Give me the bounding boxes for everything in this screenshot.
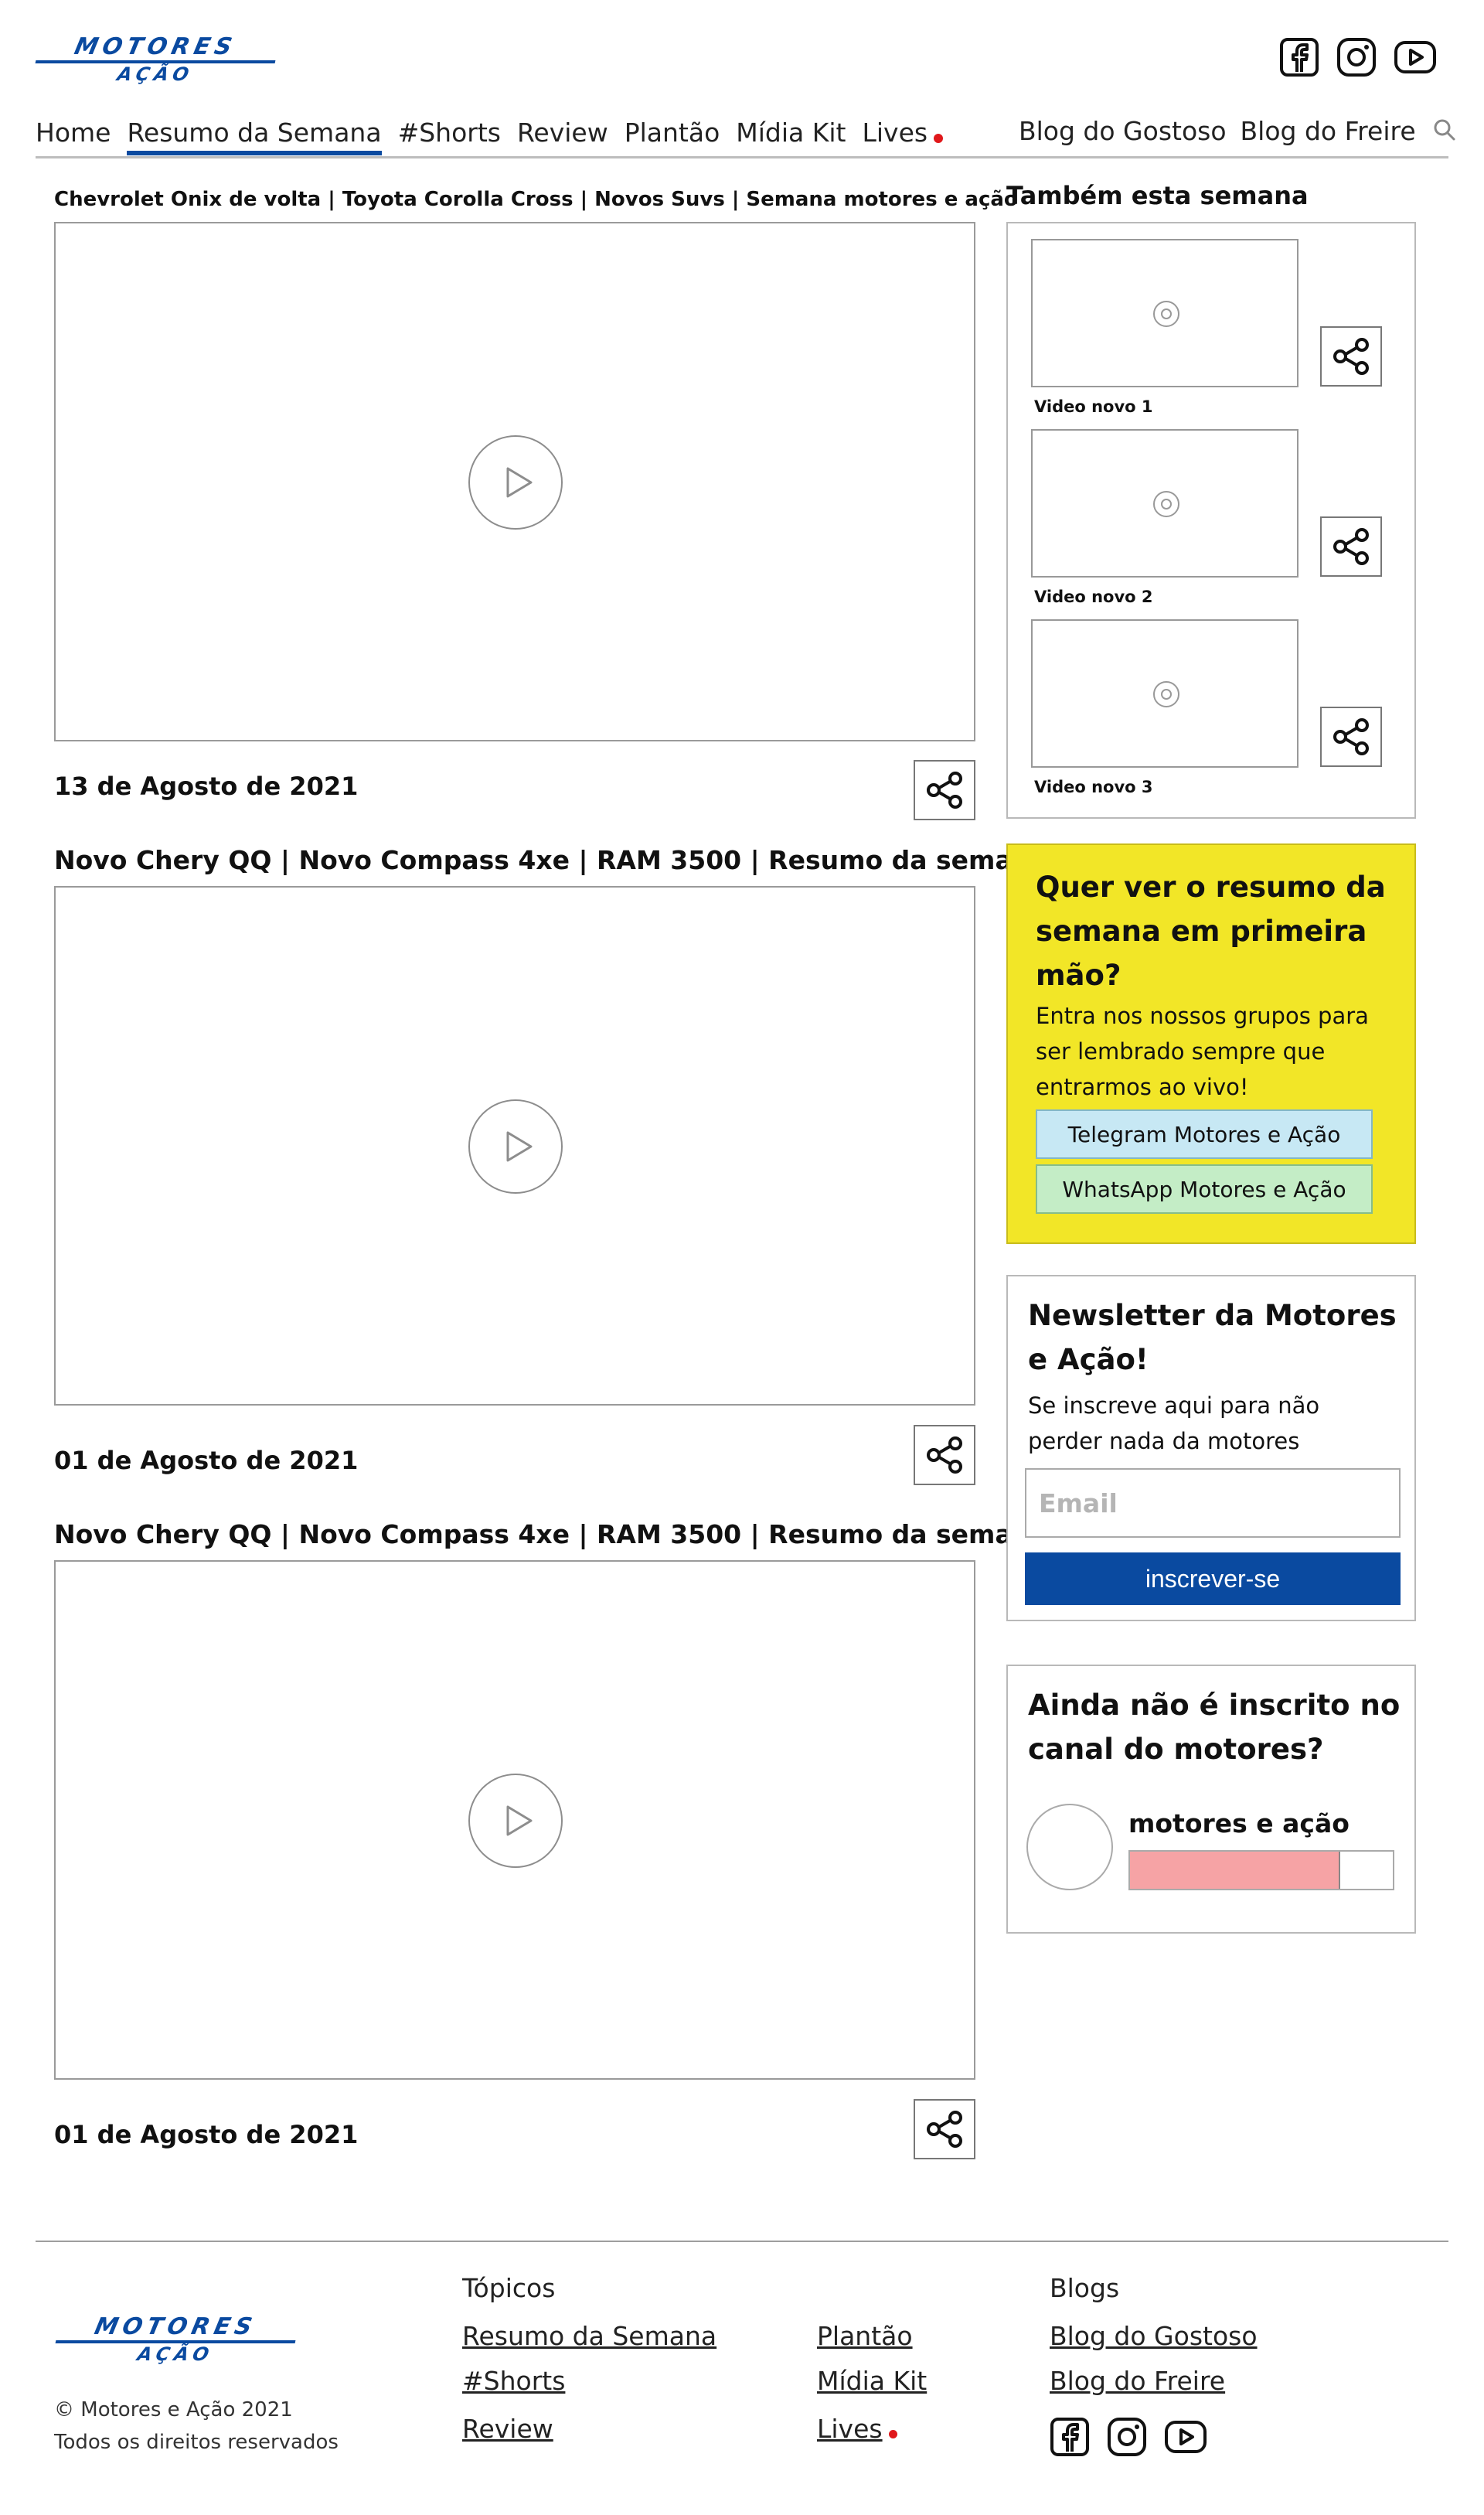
sidebar-video-label[interactable]: Video novo 1 (1034, 397, 1153, 416)
share-icon (927, 2111, 962, 2148)
video-date: 01 de Agosto de 2021 (54, 1446, 359, 1475)
header-divider (36, 156, 1448, 158)
channel-subscribe-panel: Ainda não é inscrito no canal do motores… (1006, 1665, 1416, 1934)
copyright-text: © Motores e Ação 2021 (54, 2398, 293, 2421)
footer-divider (36, 2241, 1448, 2242)
share-button[interactable] (1320, 707, 1382, 767)
share-button[interactable] (914, 760, 975, 820)
sidebar-video-thumb[interactable] (1031, 429, 1298, 578)
footer-link-review[interactable]: Review (462, 2414, 553, 2444)
nav-plantao[interactable]: Plantão (625, 118, 720, 155)
play-icon (1153, 681, 1179, 707)
share-icon (927, 772, 962, 809)
promo-text: Entra nos nossos grupos para ser lembrad… (1036, 1003, 1369, 1100)
play-icon[interactable] (468, 1774, 563, 1868)
video-date: 01 de Agosto de 2021 (54, 2120, 359, 2149)
subscribe-newsletter-button[interactable]: inscrever-se (1025, 1552, 1401, 1605)
footer-social-links (1050, 2417, 1207, 2457)
footer-link-plantao[interactable]: Plantão (817, 2321, 913, 2351)
nav-review[interactable]: Review (517, 118, 608, 155)
promo-title: Quer ver o resumo da semana em primeira … (1036, 871, 1386, 992)
footer-link-lives[interactable]: Lives (817, 2414, 897, 2444)
nav-midia-kit[interactable]: Mídia Kit (736, 118, 846, 155)
youtube-icon[interactable] (1394, 37, 1437, 77)
video-title[interactable]: Novo Chery QQ | Novo Compass 4xe | RAM 3… (54, 1519, 1047, 1549)
live-dot-icon (888, 2430, 897, 2438)
footer-logo-line-2: AÇÃO (135, 2343, 216, 2365)
footer-topics-heading: Tópicos (462, 2273, 556, 2303)
play-icon[interactable] (468, 1099, 563, 1194)
video-date: 13 de Agosto de 2021 (54, 772, 359, 801)
search-icon[interactable] (1433, 118, 1456, 145)
newsletter-text: Se inscreve aqui para não perder nada da… (1028, 1392, 1320, 1454)
blog-nav: Blog do Gostoso Blog do Freire (1019, 116, 1456, 146)
footer-link-resumo[interactable]: Resumo da Semana (462, 2321, 716, 2351)
nav-lives-label: Lives (862, 118, 928, 148)
logo-line-1: MOTORES (72, 33, 240, 60)
share-button[interactable] (1320, 326, 1382, 387)
facebook-icon[interactable] (1279, 37, 1319, 77)
rights-text: Todos os direitos reservados (54, 2431, 339, 2454)
nav-lives[interactable]: Lives (863, 118, 944, 155)
nav-blog-gostoso[interactable]: Blog do Gostoso (1019, 116, 1227, 146)
sidebar-video-label[interactable]: Video novo 2 (1034, 588, 1153, 606)
subscribe-progress-fill (1130, 1852, 1340, 1889)
footer-copyright: © Motores e Ação 2021 Todos os direitos … (54, 2394, 339, 2459)
share-icon (1333, 528, 1369, 565)
footer-logo-line-1: MOTORES (92, 2313, 260, 2340)
sidebar-video-thumb[interactable] (1031, 619, 1298, 768)
main-nav: Home Resumo da Semana #Shorts Review Pla… (36, 118, 944, 155)
video-title[interactable]: Chevrolet Onix de volta | Toyota Corolla… (54, 188, 1018, 211)
channel-name: motores e ação (1128, 1808, 1350, 1839)
share-icon (1333, 338, 1369, 375)
live-dot-icon (934, 133, 944, 143)
footer-link-shorts[interactable]: #Shorts (462, 2366, 565, 2396)
nav-home[interactable]: Home (36, 118, 111, 155)
facebook-icon[interactable] (1050, 2417, 1090, 2457)
share-button[interactable] (914, 1425, 975, 1485)
share-icon (1333, 718, 1369, 755)
newsletter-panel: Newsletter da Motores e Ação! Se inscrev… (1006, 1275, 1416, 1621)
video-player[interactable] (54, 222, 975, 741)
sidebar-video-thumb[interactable] (1031, 239, 1298, 387)
instagram-icon[interactable] (1336, 37, 1377, 77)
nav-resumo-da-semana[interactable]: Resumo da Semana (127, 118, 382, 155)
logo-line-2: AÇÃO (115, 63, 196, 85)
youtube-icon[interactable] (1164, 2417, 1207, 2457)
newsletter-title: Newsletter da Motores e Ação! (1028, 1299, 1397, 1376)
header-social-links (1279, 37, 1437, 77)
also-this-week-heading: Também esta semana (1006, 181, 1309, 210)
footer-link-midia-kit[interactable]: Mídia Kit (817, 2366, 927, 2396)
video-title[interactable]: Novo Chery QQ | Novo Compass 4xe | RAM 3… (54, 845, 1047, 875)
share-button[interactable] (914, 2099, 975, 2159)
sidebar-video-label[interactable]: Video novo 3 (1034, 778, 1153, 796)
nav-blog-freire[interactable]: Blog do Freire (1241, 116, 1416, 146)
also-this-week-panel: Video novo 1 Video novo 2 Video novo 3 (1006, 222, 1416, 819)
footer-lives-label: Lives (817, 2414, 883, 2444)
subscribe-title: Ainda não é inscrito no canal do motores… (1028, 1689, 1401, 1766)
channel-avatar[interactable] (1026, 1804, 1113, 1890)
share-button[interactable] (1320, 516, 1382, 577)
subscribe-progress-bar[interactable] (1128, 1850, 1394, 1890)
instagram-icon[interactable] (1107, 2417, 1147, 2457)
video-player[interactable] (54, 1560, 975, 2080)
play-icon (1153, 301, 1179, 327)
telegram-group-button[interactable]: Telegram Motores e Ação (1036, 1109, 1373, 1159)
play-icon (1153, 491, 1179, 517)
footer-blogs-heading: Blogs (1050, 2273, 1120, 2303)
footer-link-blog-freire[interactable]: Blog do Freire (1050, 2366, 1225, 2396)
group-promo-panel: Quer ver o resumo da semana em primeira … (1006, 843, 1416, 1244)
nav-shorts[interactable]: #Shorts (398, 118, 501, 155)
play-icon[interactable] (468, 435, 563, 530)
share-icon (927, 1436, 962, 1474)
footer-link-blog-gostoso[interactable]: Blog do Gostoso (1050, 2321, 1258, 2351)
video-player[interactable] (54, 886, 975, 1406)
footer-brand-logo[interactable]: MOTORES AÇÃO (55, 2313, 296, 2365)
whatsapp-group-button[interactable]: WhatsApp Motores e Ação (1036, 1164, 1373, 1214)
email-field[interactable] (1025, 1468, 1401, 1538)
brand-logo[interactable]: MOTORES AÇÃO (35, 33, 276, 85)
